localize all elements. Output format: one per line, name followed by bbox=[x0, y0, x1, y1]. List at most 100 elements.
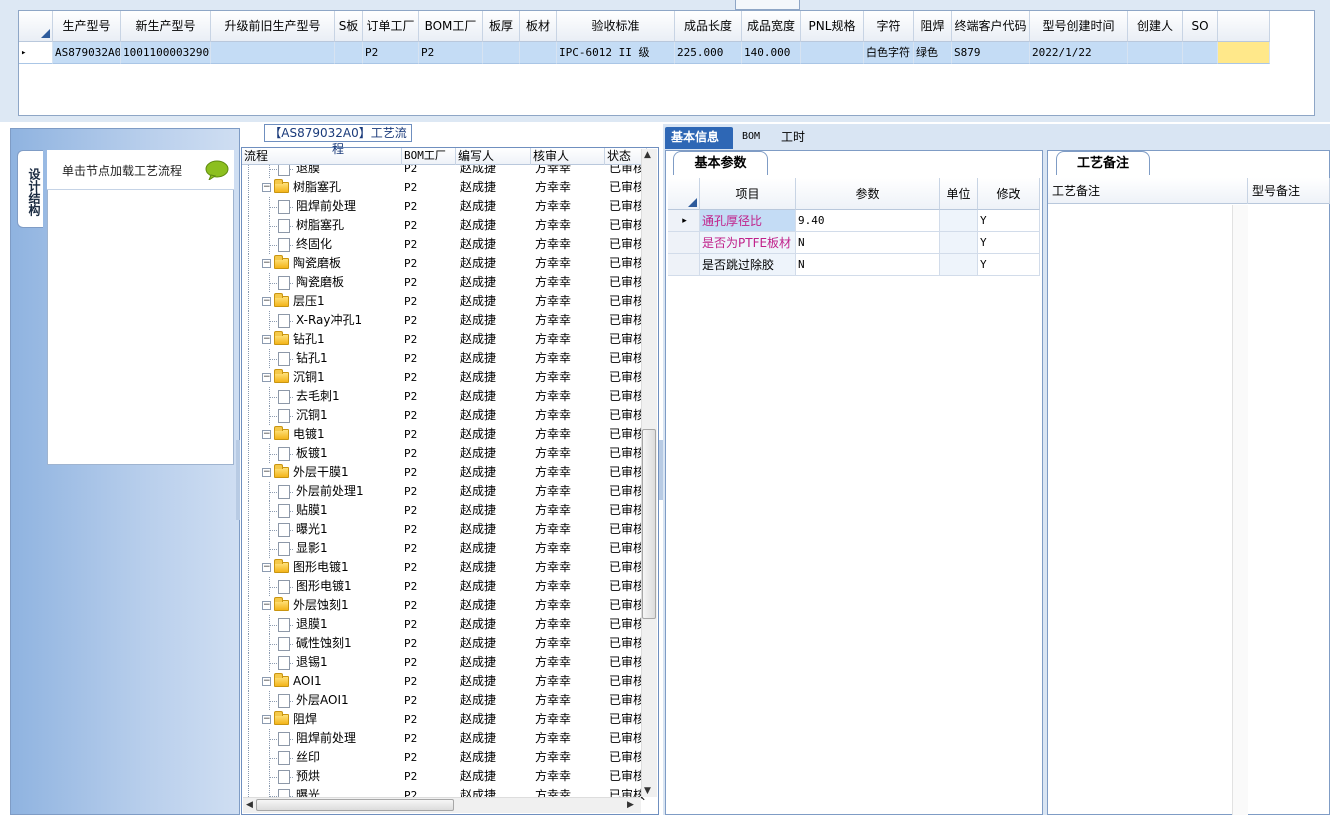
grid-cell-1[interactable]: AS879032A0 bbox=[53, 42, 121, 64]
grid-cell-9[interactable]: IPC-6012 II 级 bbox=[557, 42, 675, 64]
tree-file-node[interactable]: 陶瓷磨板 bbox=[278, 273, 344, 292]
params-cell-edit[interactable]: Y bbox=[978, 254, 1040, 276]
tree-row[interactable]: 钻孔1 P2 赵成捷 方幸幸 已审核 bbox=[242, 349, 647, 368]
collapse-icon[interactable]: − bbox=[262, 715, 271, 724]
tree-file-node[interactable]: 预烘 bbox=[278, 767, 320, 786]
tree-row[interactable]: 贴膜1 P2 赵成捷 方幸幸 已审核 bbox=[242, 501, 647, 520]
params-cell-value[interactable]: N bbox=[796, 232, 940, 254]
tree-col-1[interactable]: BOM工厂 bbox=[402, 148, 456, 165]
grid-header-3[interactable]: 升级前旧生产型号 bbox=[211, 11, 335, 42]
params-col-2[interactable]: 参数 bbox=[796, 178, 940, 210]
tree-row[interactable]: 显影1 P2 赵成捷 方幸幸 已审核 bbox=[242, 539, 647, 558]
grid-header-18[interactable]: SO bbox=[1183, 11, 1218, 42]
tree-row[interactable]: 树脂塞孔 P2 赵成捷 方幸幸 已审核 bbox=[242, 216, 647, 235]
tree-row[interactable]: 终固化 P2 赵成捷 方幸幸 已审核 bbox=[242, 235, 647, 254]
speech-bubble-icon[interactable] bbox=[205, 160, 229, 180]
tree-row[interactable]: 板镀1 P2 赵成捷 方幸幸 已审核 bbox=[242, 444, 647, 463]
grid-header-6[interactable]: BOM工厂 bbox=[419, 11, 483, 42]
tree-row[interactable]: 陶瓷磨板 P2 赵成捷 方幸幸 已审核 bbox=[242, 273, 647, 292]
grid-cell-0[interactable]: ▸ bbox=[19, 42, 53, 64]
tree-row[interactable]: − 外层干膜1 P2 赵成捷 方幸幸 已审核 bbox=[242, 463, 647, 482]
tree-file-node[interactable]: 外层AOI1 bbox=[278, 691, 349, 710]
tree-col-0[interactable]: 流程 bbox=[242, 148, 402, 165]
params-cell-value[interactable]: 9.40 bbox=[796, 210, 940, 232]
tree-file-node[interactable]: 阻焊前处理 bbox=[278, 197, 356, 216]
grid-header-14[interactable]: 阻焊 bbox=[914, 11, 952, 42]
params-cell-item[interactable]: 通孔厚径比 bbox=[700, 210, 796, 232]
grid-cell-2[interactable]: 10011000032907 bbox=[121, 42, 211, 64]
tree-folder-node[interactable]: − 沉铜1 bbox=[262, 368, 325, 387]
tree-row[interactable]: 丝印 P2 赵成捷 方幸幸 已审核 bbox=[242, 748, 647, 767]
grid-cell-3[interactable] bbox=[211, 42, 335, 64]
tree-file-node[interactable]: 沉铜1 bbox=[278, 406, 328, 425]
tree-row[interactable]: − 钻孔1 P2 赵成捷 方幸幸 已审核 bbox=[242, 330, 647, 349]
params-cell-unit[interactable] bbox=[940, 254, 978, 276]
tab-basic-info[interactable]: 基本信息 bbox=[665, 127, 733, 149]
vertical-tab-design[interactable]: 设计结构 bbox=[17, 150, 43, 228]
grid-cell-12[interactable] bbox=[801, 42, 864, 64]
params-cell-edit[interactable]: Y bbox=[978, 232, 1040, 254]
grid-header-8[interactable]: 板材 bbox=[520, 11, 557, 42]
tree-file-node[interactable]: 退膜1 bbox=[278, 615, 328, 634]
grid-cell-17[interactable] bbox=[1128, 42, 1183, 64]
collapse-icon[interactable]: − bbox=[262, 297, 271, 306]
tree-row[interactable]: − 陶瓷磨板 P2 赵成捷 方幸幸 已审核 bbox=[242, 254, 647, 273]
grid-cell-8[interactable] bbox=[520, 42, 557, 64]
grid-cell-6[interactable]: P2 bbox=[419, 42, 483, 64]
tree-file-node[interactable]: 退膜 bbox=[278, 165, 320, 178]
grid-cell-4[interactable] bbox=[335, 42, 363, 64]
tree-row[interactable]: 阻焊前处理 P2 赵成捷 方幸幸 已审核 bbox=[242, 729, 647, 748]
collapse-icon[interactable]: − bbox=[262, 563, 271, 572]
tree-folder-node[interactable]: − 层压1 bbox=[262, 292, 325, 311]
tree-row[interactable]: − 树脂塞孔 P2 赵成捷 方幸幸 已审核 bbox=[242, 178, 647, 197]
scroll-down-icon[interactable]: ▼ bbox=[644, 786, 651, 796]
grid-cell-13[interactable]: 白色字符 bbox=[864, 42, 914, 64]
tree-row[interactable]: − 层压1 P2 赵成捷 方幸幸 已审核 bbox=[242, 292, 647, 311]
tree-folder-node[interactable]: − 外层干膜1 bbox=[262, 463, 349, 482]
tree-row[interactable]: − 沉铜1 P2 赵成捷 方幸幸 已审核 bbox=[242, 368, 647, 387]
collapse-icon[interactable]: − bbox=[262, 430, 271, 439]
tree-row[interactable]: 曝光1 P2 赵成捷 方幸幸 已审核 bbox=[242, 520, 647, 539]
tree-folder-node[interactable]: − 钻孔1 bbox=[262, 330, 325, 349]
top-tab-stub[interactable] bbox=[735, 0, 800, 10]
tree-folder-node[interactable]: − 树脂塞孔 bbox=[262, 178, 341, 197]
tab-process-remarks[interactable]: 工艺备注 bbox=[1056, 151, 1150, 175]
tree-row[interactable]: 退膜 P2 赵成捷 方幸幸 已审核 bbox=[242, 165, 647, 178]
params-cell-item[interactable]: 是否为PTFE板材 bbox=[700, 232, 796, 254]
scroll-right-icon[interactable]: ▶ bbox=[627, 800, 634, 810]
grid-cell-7[interactable] bbox=[483, 42, 520, 64]
params-cell-item[interactable]: 是否跳过除胶 bbox=[700, 254, 796, 276]
params-cell-unit[interactable] bbox=[940, 210, 978, 232]
tree-file-node[interactable]: 钻孔1 bbox=[278, 349, 328, 368]
grid-header-16[interactable]: 型号创建时间 bbox=[1030, 11, 1128, 42]
grid-cell-5[interactable]: P2 bbox=[363, 42, 419, 64]
tree-row[interactable]: X-Ray冲孔1 P2 赵成捷 方幸幸 已审核 bbox=[242, 311, 647, 330]
grid-header-13[interactable]: 字符 bbox=[864, 11, 914, 42]
params-cell-value[interactable]: N bbox=[796, 254, 940, 276]
tree-file-node[interactable]: 树脂塞孔 bbox=[278, 216, 344, 235]
tree-file-node[interactable]: 去毛刺1 bbox=[278, 387, 340, 406]
collapse-icon[interactable]: − bbox=[262, 677, 271, 686]
grid-header-4[interactable]: S板 bbox=[335, 11, 363, 42]
tree-file-node[interactable]: 丝印 bbox=[278, 748, 320, 767]
tree-horizontal-scroll-thumb[interactable] bbox=[256, 799, 454, 811]
scroll-up-icon[interactable]: ▲ bbox=[644, 150, 651, 160]
grid-cell-10[interactable]: 225.000 bbox=[675, 42, 742, 64]
grid-header-17[interactable]: 创建人 bbox=[1128, 11, 1183, 42]
params-col-1[interactable]: 项目 bbox=[700, 178, 796, 210]
grid-header-5[interactable]: 订单工厂 bbox=[363, 11, 419, 42]
tree-file-node[interactable]: 显影1 bbox=[278, 539, 328, 558]
tree-file-node[interactable]: 外层前处理1 bbox=[278, 482, 364, 501]
tree-file-node[interactable]: 图形电镀1 bbox=[278, 577, 352, 596]
scroll-left-icon[interactable]: ◀ bbox=[246, 800, 253, 810]
grid-header-15[interactable]: 终端客户代码 bbox=[952, 11, 1030, 42]
collapse-icon[interactable]: − bbox=[262, 373, 271, 382]
tree-row[interactable]: − 图形电镀1 P2 赵成捷 方幸幸 已审核 bbox=[242, 558, 647, 577]
tree-row[interactable]: 外层AOI1 P2 赵成捷 方幸幸 已审核 bbox=[242, 691, 647, 710]
tree-file-node[interactable]: 终固化 bbox=[278, 235, 332, 254]
tree-col-2[interactable]: 编写人 bbox=[456, 148, 531, 165]
tree-row[interactable]: 去毛刺1 P2 赵成捷 方幸幸 已审核 bbox=[242, 387, 647, 406]
tree-row[interactable]: 外层前处理1 P2 赵成捷 方幸幸 已审核 bbox=[242, 482, 647, 501]
tree-row[interactable]: − AOI1 P2 赵成捷 方幸幸 已审核 bbox=[242, 672, 647, 691]
grid-header-12[interactable]: PNL规格 bbox=[801, 11, 864, 42]
